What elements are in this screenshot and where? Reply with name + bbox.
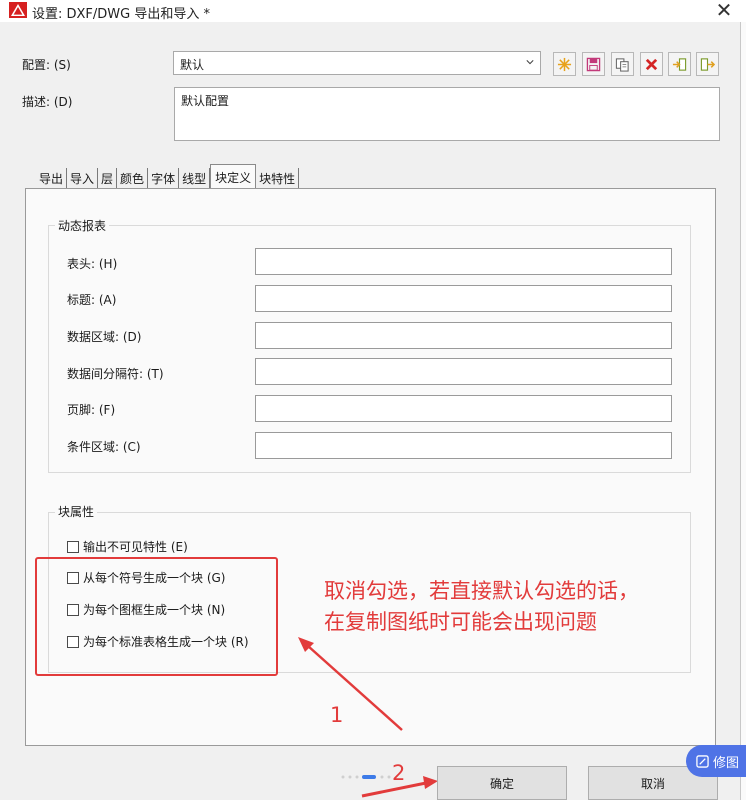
edit-image-label: 修图 (713, 755, 740, 771)
edit-image-overlay-button[interactable]: 修图 (686, 745, 746, 777)
page-indicator (341, 775, 391, 779)
annotation-arrow-1 (298, 637, 403, 731)
annotation-arrows (298, 637, 438, 798)
edit-image-icon (696, 754, 709, 768)
ok-button[interactable]: 确定 (437, 766, 567, 800)
